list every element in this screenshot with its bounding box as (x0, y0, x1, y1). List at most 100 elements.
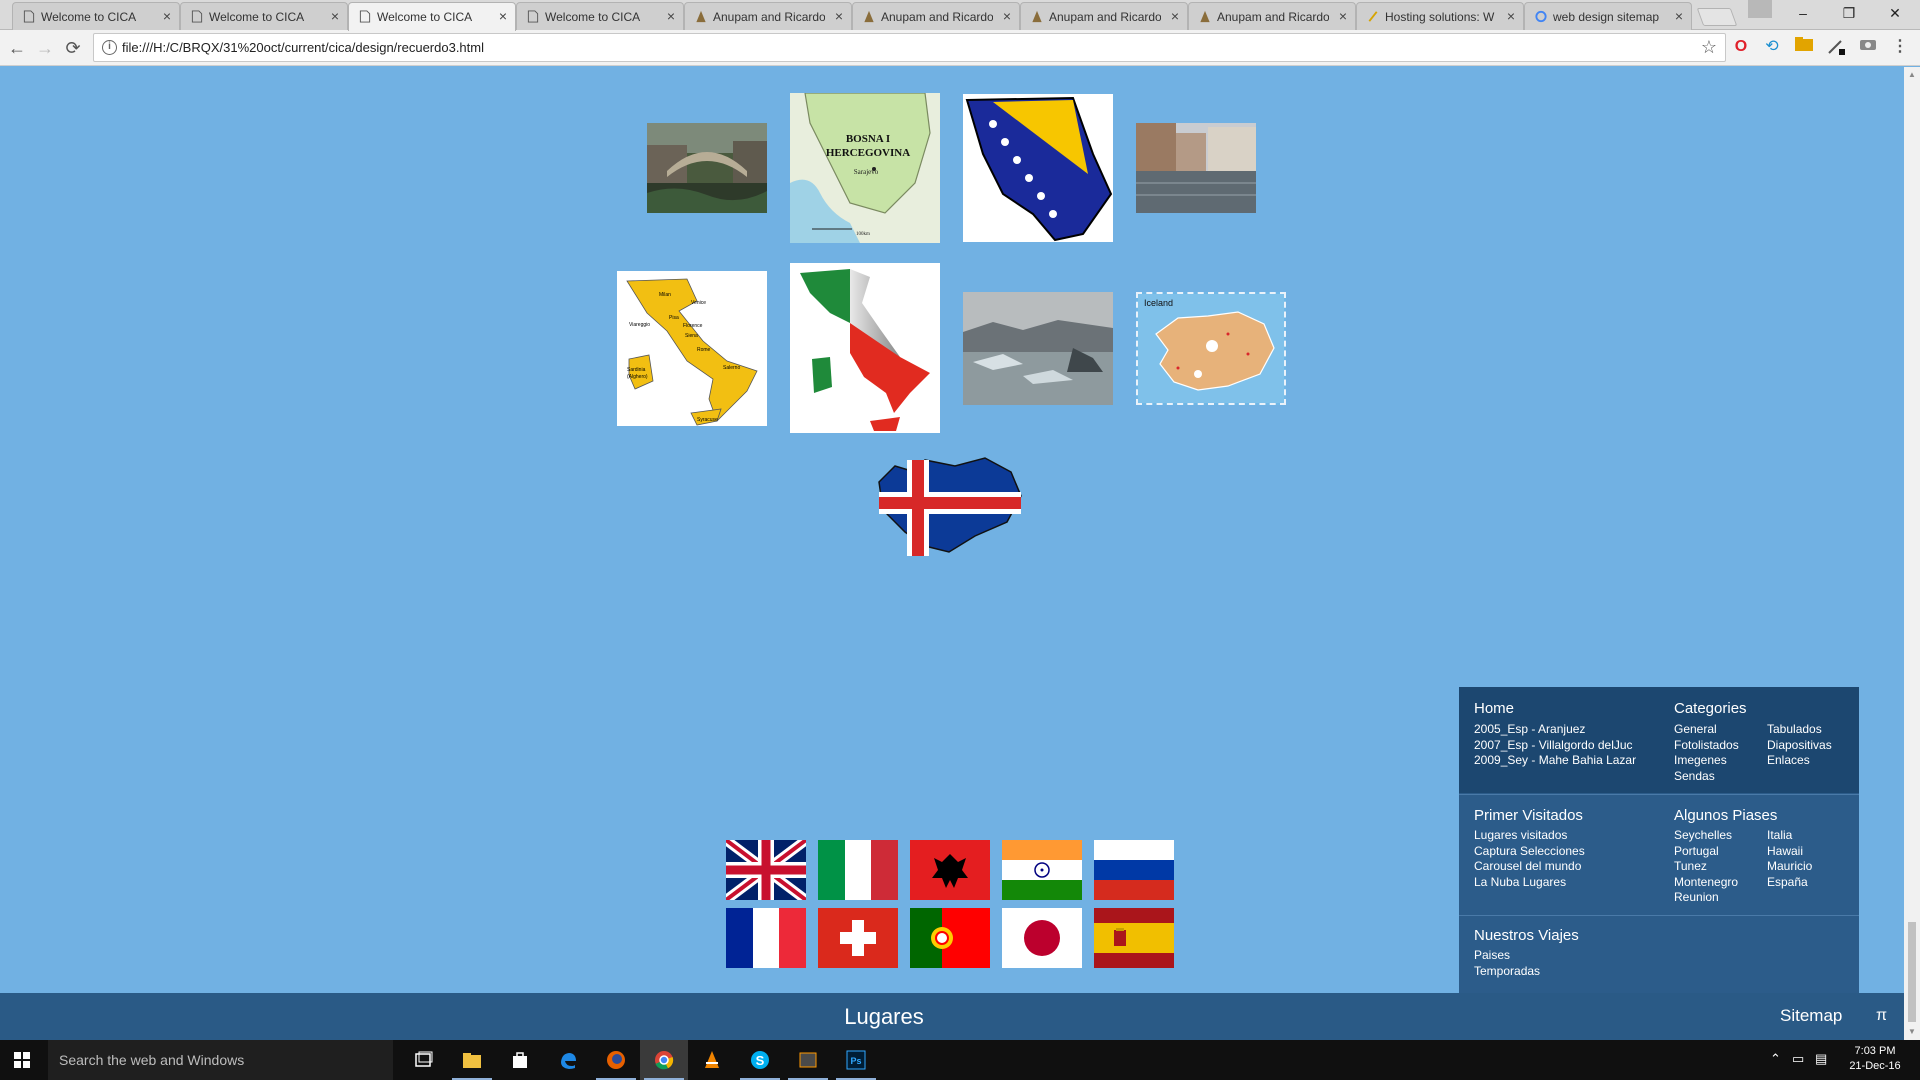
vlc-icon[interactable] (688, 1040, 736, 1080)
sitemap-heading-primer[interactable]: Primer Visitados (1474, 807, 1583, 824)
sitemap-link[interactable]: Paises (1474, 948, 1540, 964)
sitemap-link[interactable]: Fotolistados (1674, 738, 1739, 754)
pi-icon[interactable]: π (1876, 1007, 1887, 1025)
taskbar-clock[interactable]: 7:03 PM 21-Dec-16 (1840, 1044, 1910, 1074)
menu-icon[interactable]: ⋮ (1890, 37, 1910, 57)
sitemap-link[interactable]: Italia (1767, 828, 1812, 844)
pen-extension-icon[interactable] (1826, 37, 1846, 57)
tab-welcome-cica-1[interactable]: Welcome to CICA × (12, 2, 180, 30)
bosnia-map-image[interactable]: BOSNA I HERCEGOVINA Sarajevo 100km (790, 93, 940, 243)
sitemap-link[interactable]: Mauricio (1767, 859, 1812, 875)
sitemap-link[interactable]: Tunez (1674, 859, 1738, 875)
bookmark-star-icon[interactable]: ☆ (1701, 37, 1717, 58)
sitemap-link[interactable]: Montenegro (1674, 875, 1738, 891)
task-view-icon[interactable] (400, 1040, 448, 1080)
store-icon[interactable] (496, 1040, 544, 1080)
japan-flag[interactable] (1002, 908, 1082, 968)
close-icon[interactable]: × (835, 8, 843, 24)
sitemap-link[interactable]: Captura Selecciones (1474, 844, 1585, 860)
sitemap-link[interactable]: 2009_Sey - Mahe Bahia Lazar (1474, 753, 1636, 769)
sitemap-heading-home[interactable]: Home (1474, 700, 1514, 717)
opera-extension-icon[interactable]: O (1731, 37, 1751, 57)
mostar-bridge-photo[interactable] (647, 123, 767, 213)
sitemap-link[interactable]: 2005_Esp - Aranjuez (1474, 722, 1636, 738)
camera-extension-icon[interactable] (1858, 37, 1878, 57)
sitemap-link[interactable]: Carousel del mundo (1474, 859, 1585, 875)
sitemap-link[interactable]: Lugares visitados (1474, 828, 1585, 844)
address-bar[interactable]: i file:///H:/C/BRQX/31%20oct/current/cic… (93, 33, 1726, 62)
russia-flag[interactable] (1094, 840, 1174, 900)
portugal-flag[interactable] (910, 908, 990, 968)
skype-icon[interactable]: S (736, 1040, 784, 1080)
reload-button[interactable]: ⟳ (61, 36, 85, 60)
tab-anupam-ricardo-2[interactable]: Anupam and Ricardo × (852, 2, 1020, 30)
italy-map-image[interactable]: Milan Venice Viareggio Pisa Florence Sie… (617, 271, 767, 426)
sitemap-heading-viajes[interactable]: Nuestros Viajes (1474, 927, 1579, 944)
windows-start-icon[interactable] (14, 1052, 30, 1068)
edge-icon[interactable] (544, 1040, 592, 1080)
tab-anupam-ricardo-1[interactable]: Anupam and Ricardo × (684, 2, 852, 30)
new-tab-button[interactable] (1696, 8, 1738, 26)
venice-canal-photo[interactable] (1136, 123, 1256, 213)
tray-chevron-icon[interactable]: ⌃ (1770, 1051, 1781, 1067)
tab-welcome-cica-4[interactable]: Welcome to CICA × (516, 2, 684, 30)
tab-anupam-ricardo-3[interactable]: Anupam and Ricardo × (1020, 2, 1188, 30)
iceland-flag-map-image[interactable] (875, 452, 1025, 562)
sitemap-link[interactable]: Temporadas (1474, 964, 1540, 980)
close-icon[interactable]: × (499, 8, 507, 24)
france-flag[interactable] (726, 908, 806, 968)
scrollbar-thumb[interactable] (1908, 922, 1916, 1022)
sitemap-link[interactable]: Sendas (1674, 769, 1739, 785)
close-icon[interactable]: × (331, 8, 339, 24)
uk-flag[interactable] (726, 840, 806, 900)
bosnia-flag-map-image[interactable] (963, 94, 1113, 242)
sitemap-heading-algunos[interactable]: Algunos Piases (1674, 807, 1777, 824)
close-icon[interactable]: × (1675, 8, 1683, 24)
profile-icon[interactable] (1748, 0, 1772, 18)
sitemap-link[interactable]: Hawaii (1767, 844, 1812, 860)
sitemap-link[interactable]: La Nuba Lugares (1474, 875, 1585, 891)
sitemap-link[interactable]: Portugal (1674, 844, 1738, 860)
tab-web-design-sitemap[interactable]: web design sitemap × (1524, 2, 1692, 30)
sitemap-link[interactable]: Enlaces (1767, 753, 1832, 769)
tab-welcome-cica-active[interactable]: Welcome to CICA × (348, 2, 516, 31)
close-icon[interactable]: × (1507, 8, 1515, 24)
iceland-map-image[interactable]: Iceland (1136, 292, 1286, 405)
close-icon[interactable]: × (1003, 8, 1011, 24)
folder-extension-icon[interactable] (1794, 37, 1814, 57)
sync-extension-icon[interactable]: ⟲ (1762, 37, 1782, 57)
india-flag[interactable] (1002, 840, 1082, 900)
close-icon[interactable]: × (1339, 8, 1347, 24)
switzerland-flag[interactable] (818, 908, 898, 968)
address-url[interactable]: file:///H:/C/BRQX/31%20oct/current/cica/… (122, 40, 484, 55)
info-icon[interactable]: i (102, 40, 117, 55)
firefox-icon[interactable] (592, 1040, 640, 1080)
chrome-icon[interactable] (640, 1040, 688, 1080)
file-explorer-icon[interactable] (448, 1040, 496, 1080)
tab-welcome-cica-2[interactable]: Welcome to CICA × (180, 2, 348, 30)
sitemap-link[interactable]: Seychelles (1674, 828, 1738, 844)
tab-hosting-solutions[interactable]: Hosting solutions: W × (1356, 2, 1524, 30)
network-icon[interactable]: ▭ (1792, 1051, 1804, 1067)
scroll-up-icon[interactable]: ▲ (1908, 70, 1916, 79)
sitemap-heading-categories[interactable]: Categories (1674, 700, 1747, 717)
minimize-button[interactable]: – (1780, 0, 1826, 28)
forward-button[interactable]: → (33, 36, 57, 60)
close-window-button[interactable]: ✕ (1872, 0, 1918, 28)
italy-flag[interactable] (818, 840, 898, 900)
sitemap-link[interactable]: Tabulados (1767, 722, 1832, 738)
taskbar-search-placeholder[interactable]: Search the web and Windows (59, 1052, 244, 1068)
spain-flag[interactable] (1094, 908, 1174, 968)
sitemap-link[interactable]: 2007_Esp - Villalgordo delJuc (1474, 738, 1636, 754)
sitemap-link[interactable]: Diapositivas (1767, 738, 1832, 754)
taskbar-search-box[interactable]: Search the web and Windows (48, 1040, 393, 1080)
photoshop-icon[interactable]: Ps (832, 1040, 880, 1080)
restore-button[interactable]: ❐ (1826, 0, 1872, 28)
scroll-down-icon[interactable]: ▼ (1908, 1027, 1916, 1036)
sitemap-link[interactable]: General (1674, 722, 1739, 738)
tab-anupam-ricardo-4[interactable]: Anupam and Ricardo × (1188, 2, 1356, 30)
close-icon[interactable]: × (1171, 8, 1179, 24)
vertical-scrollbar[interactable]: ▲ ▼ (1904, 67, 1920, 1040)
back-button[interactable]: ← (5, 36, 29, 60)
sitemap-link[interactable]: Reunion (1674, 890, 1738, 906)
